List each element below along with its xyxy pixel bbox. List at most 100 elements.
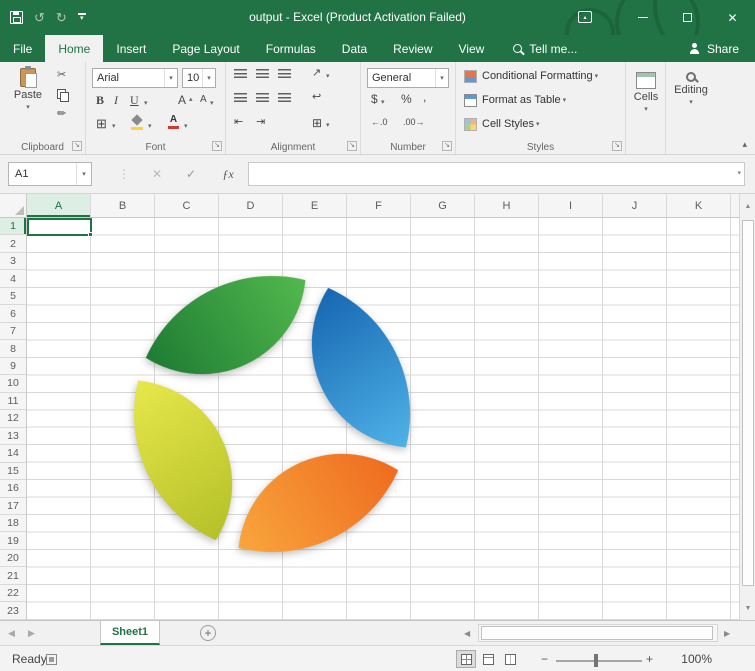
row-header-15[interactable]: 15 bbox=[0, 463, 26, 480]
italic-button[interactable]: I bbox=[114, 94, 118, 106]
column-header-H[interactable]: H bbox=[475, 194, 539, 217]
row-header-21[interactable]: 21 bbox=[0, 567, 26, 584]
row-header-11[interactable]: 11 bbox=[0, 393, 26, 410]
zoom-slider-thumb[interactable] bbox=[594, 654, 598, 667]
bold-button[interactable]: B bbox=[96, 94, 104, 106]
row-header-3[interactable]: 3 bbox=[0, 253, 26, 270]
column-header-K[interactable]: K bbox=[667, 194, 731, 217]
expand-formula-bar-icon[interactable]: ▾ bbox=[737, 169, 741, 177]
tab-review[interactable]: Review bbox=[380, 35, 445, 62]
row-header-4[interactable]: 4 bbox=[0, 270, 26, 287]
font-name-combobox[interactable]: Arial ▾ bbox=[92, 68, 178, 88]
row-header-12[interactable]: 12 bbox=[0, 410, 26, 427]
conditional-formatting-button[interactable]: Conditional Formatting ▾ bbox=[464, 70, 598, 83]
fill-color-button[interactable] bbox=[130, 116, 144, 130]
row-header-22[interactable]: 22 bbox=[0, 585, 26, 602]
name-box[interactable]: A1 ▾ bbox=[8, 162, 92, 186]
orientation-button[interactable]: ↗ bbox=[312, 68, 321, 79]
tab-page-layout[interactable]: Page Layout bbox=[159, 35, 252, 62]
sheet-nav-right-icon[interactable]: ▶ bbox=[28, 621, 35, 645]
hscroll-left-icon[interactable]: ◀ bbox=[464, 621, 470, 645]
wrap-text-button[interactable]: ↩ bbox=[312, 92, 321, 103]
minimize-button[interactable] bbox=[620, 0, 665, 35]
column-header-D[interactable]: D bbox=[219, 194, 283, 217]
column-header-B[interactable]: B bbox=[91, 194, 155, 217]
tab-data[interactable]: Data bbox=[329, 35, 380, 62]
accounting-format-button[interactable]: $ bbox=[371, 93, 378, 105]
decrease-indent-button[interactable]: ⇤ bbox=[234, 117, 243, 128]
customize-quick-access-icon[interactable]: ▾ bbox=[78, 13, 86, 22]
scroll-up-icon[interactable]: ▲ bbox=[740, 194, 755, 218]
underline-button[interactable]: U bbox=[130, 94, 139, 106]
tab-file[interactable]: File bbox=[0, 35, 45, 62]
column-header-F[interactable]: F bbox=[347, 194, 411, 217]
redo-icon[interactable]: ↻ bbox=[56, 11, 67, 24]
styles-dialog-launcher-icon[interactable]: ↘ bbox=[612, 141, 622, 151]
merge-center-button[interactable]: ⊞ bbox=[312, 117, 322, 129]
column-header-J[interactable]: J bbox=[603, 194, 667, 217]
row-header-1[interactable]: 1 bbox=[0, 218, 26, 235]
column-header-A[interactable]: A bbox=[27, 194, 91, 217]
active-cell-selection[interactable] bbox=[27, 218, 92, 236]
increase-indent-button[interactable]: ⇥ bbox=[256, 117, 265, 128]
chevron-down-icon[interactable]: ▾ bbox=[326, 121, 330, 129]
percent-style-button[interactable]: % bbox=[401, 93, 412, 105]
font-size-combobox[interactable]: 10 ▾ bbox=[182, 68, 216, 88]
column-header-I[interactable]: I bbox=[539, 194, 603, 217]
fill-handle[interactable] bbox=[88, 232, 93, 237]
undo-icon[interactable]: ↺ bbox=[34, 11, 45, 24]
row-header-9[interactable]: 9 bbox=[0, 358, 26, 375]
copy-button[interactable] bbox=[57, 89, 68, 101]
macro-record-icon[interactable] bbox=[46, 654, 57, 665]
page-layout-view-button[interactable] bbox=[478, 650, 498, 668]
column-header-E[interactable]: E bbox=[283, 194, 347, 217]
cut-button[interactable]: ✂ bbox=[57, 70, 66, 81]
chevron-down-icon[interactable]: ▾ bbox=[112, 122, 116, 130]
font-dialog-launcher-icon[interactable]: ↘ bbox=[212, 141, 222, 151]
hscroll-right-icon[interactable]: ▶ bbox=[724, 621, 730, 645]
decrease-decimal-button[interactable]: .00→ bbox=[403, 118, 425, 127]
formula-input[interactable] bbox=[248, 162, 745, 186]
tab-formulas[interactable]: Formulas bbox=[253, 35, 329, 62]
chevron-down-icon[interactable]: ▾ bbox=[26, 103, 30, 111]
font-color-button[interactable]: A bbox=[168, 115, 179, 129]
tab-insert[interactable]: Insert bbox=[103, 35, 159, 62]
middle-align-button[interactable] bbox=[256, 69, 269, 80]
collapse-ribbon-icon[interactable]: ▴ bbox=[742, 139, 747, 150]
vertical-scrollbar[interactable]: ▲ ▼ bbox=[739, 194, 755, 620]
close-button[interactable]: ✕ bbox=[710, 0, 755, 35]
scroll-down-icon[interactable]: ▼ bbox=[740, 596, 755, 620]
enter-button[interactable]: ✓ bbox=[180, 162, 202, 186]
grow-font-button[interactable]: A bbox=[178, 94, 186, 106]
normal-view-button[interactable] bbox=[456, 650, 476, 668]
namebox-splitter[interactable]: ⋮ bbox=[118, 162, 130, 186]
select-all-button[interactable] bbox=[0, 194, 27, 217]
zoom-in-button[interactable]: + bbox=[646, 652, 653, 666]
chevron-down-icon[interactable]: ▾ bbox=[435, 69, 448, 87]
comma-style-button[interactable]: , bbox=[423, 91, 426, 103]
number-dialog-launcher-icon[interactable]: ↘ bbox=[442, 141, 452, 151]
share-button[interactable]: Share bbox=[689, 35, 755, 62]
maximize-button[interactable] bbox=[665, 0, 710, 35]
embedded-logo-image[interactable] bbox=[122, 264, 422, 564]
row-header-6[interactable]: 6 bbox=[0, 305, 26, 322]
chevron-down-icon[interactable]: ▾ bbox=[326, 72, 330, 80]
row-header-10[interactable]: 10 bbox=[0, 375, 26, 392]
underline-dropdown-icon[interactable]: ▾ bbox=[144, 99, 148, 107]
row-header-23[interactable]: 23 bbox=[0, 602, 26, 619]
row-header-14[interactable]: 14 bbox=[0, 445, 26, 462]
zoom-out-button[interactable]: − bbox=[541, 652, 548, 666]
row-header-20[interactable]: 20 bbox=[0, 550, 26, 567]
new-sheet-button[interactable]: + bbox=[200, 625, 216, 641]
row-header-7[interactable]: 7 bbox=[0, 323, 26, 340]
insert-function-button[interactable]: ƒx bbox=[216, 162, 240, 186]
chevron-down-icon[interactable]: ▾ bbox=[76, 163, 91, 185]
chevron-down-icon[interactable]: ▾ bbox=[184, 122, 188, 130]
number-format-combobox[interactable]: General ▾ bbox=[367, 68, 449, 88]
align-left-button[interactable] bbox=[234, 93, 247, 104]
cancel-button[interactable]: ✕ bbox=[146, 162, 168, 186]
top-align-button[interactable] bbox=[234, 69, 247, 80]
increase-decimal-button[interactable]: ←.0 bbox=[371, 118, 388, 127]
clipboard-dialog-launcher-icon[interactable]: ↘ bbox=[72, 141, 82, 151]
save-icon[interactable] bbox=[10, 11, 23, 24]
